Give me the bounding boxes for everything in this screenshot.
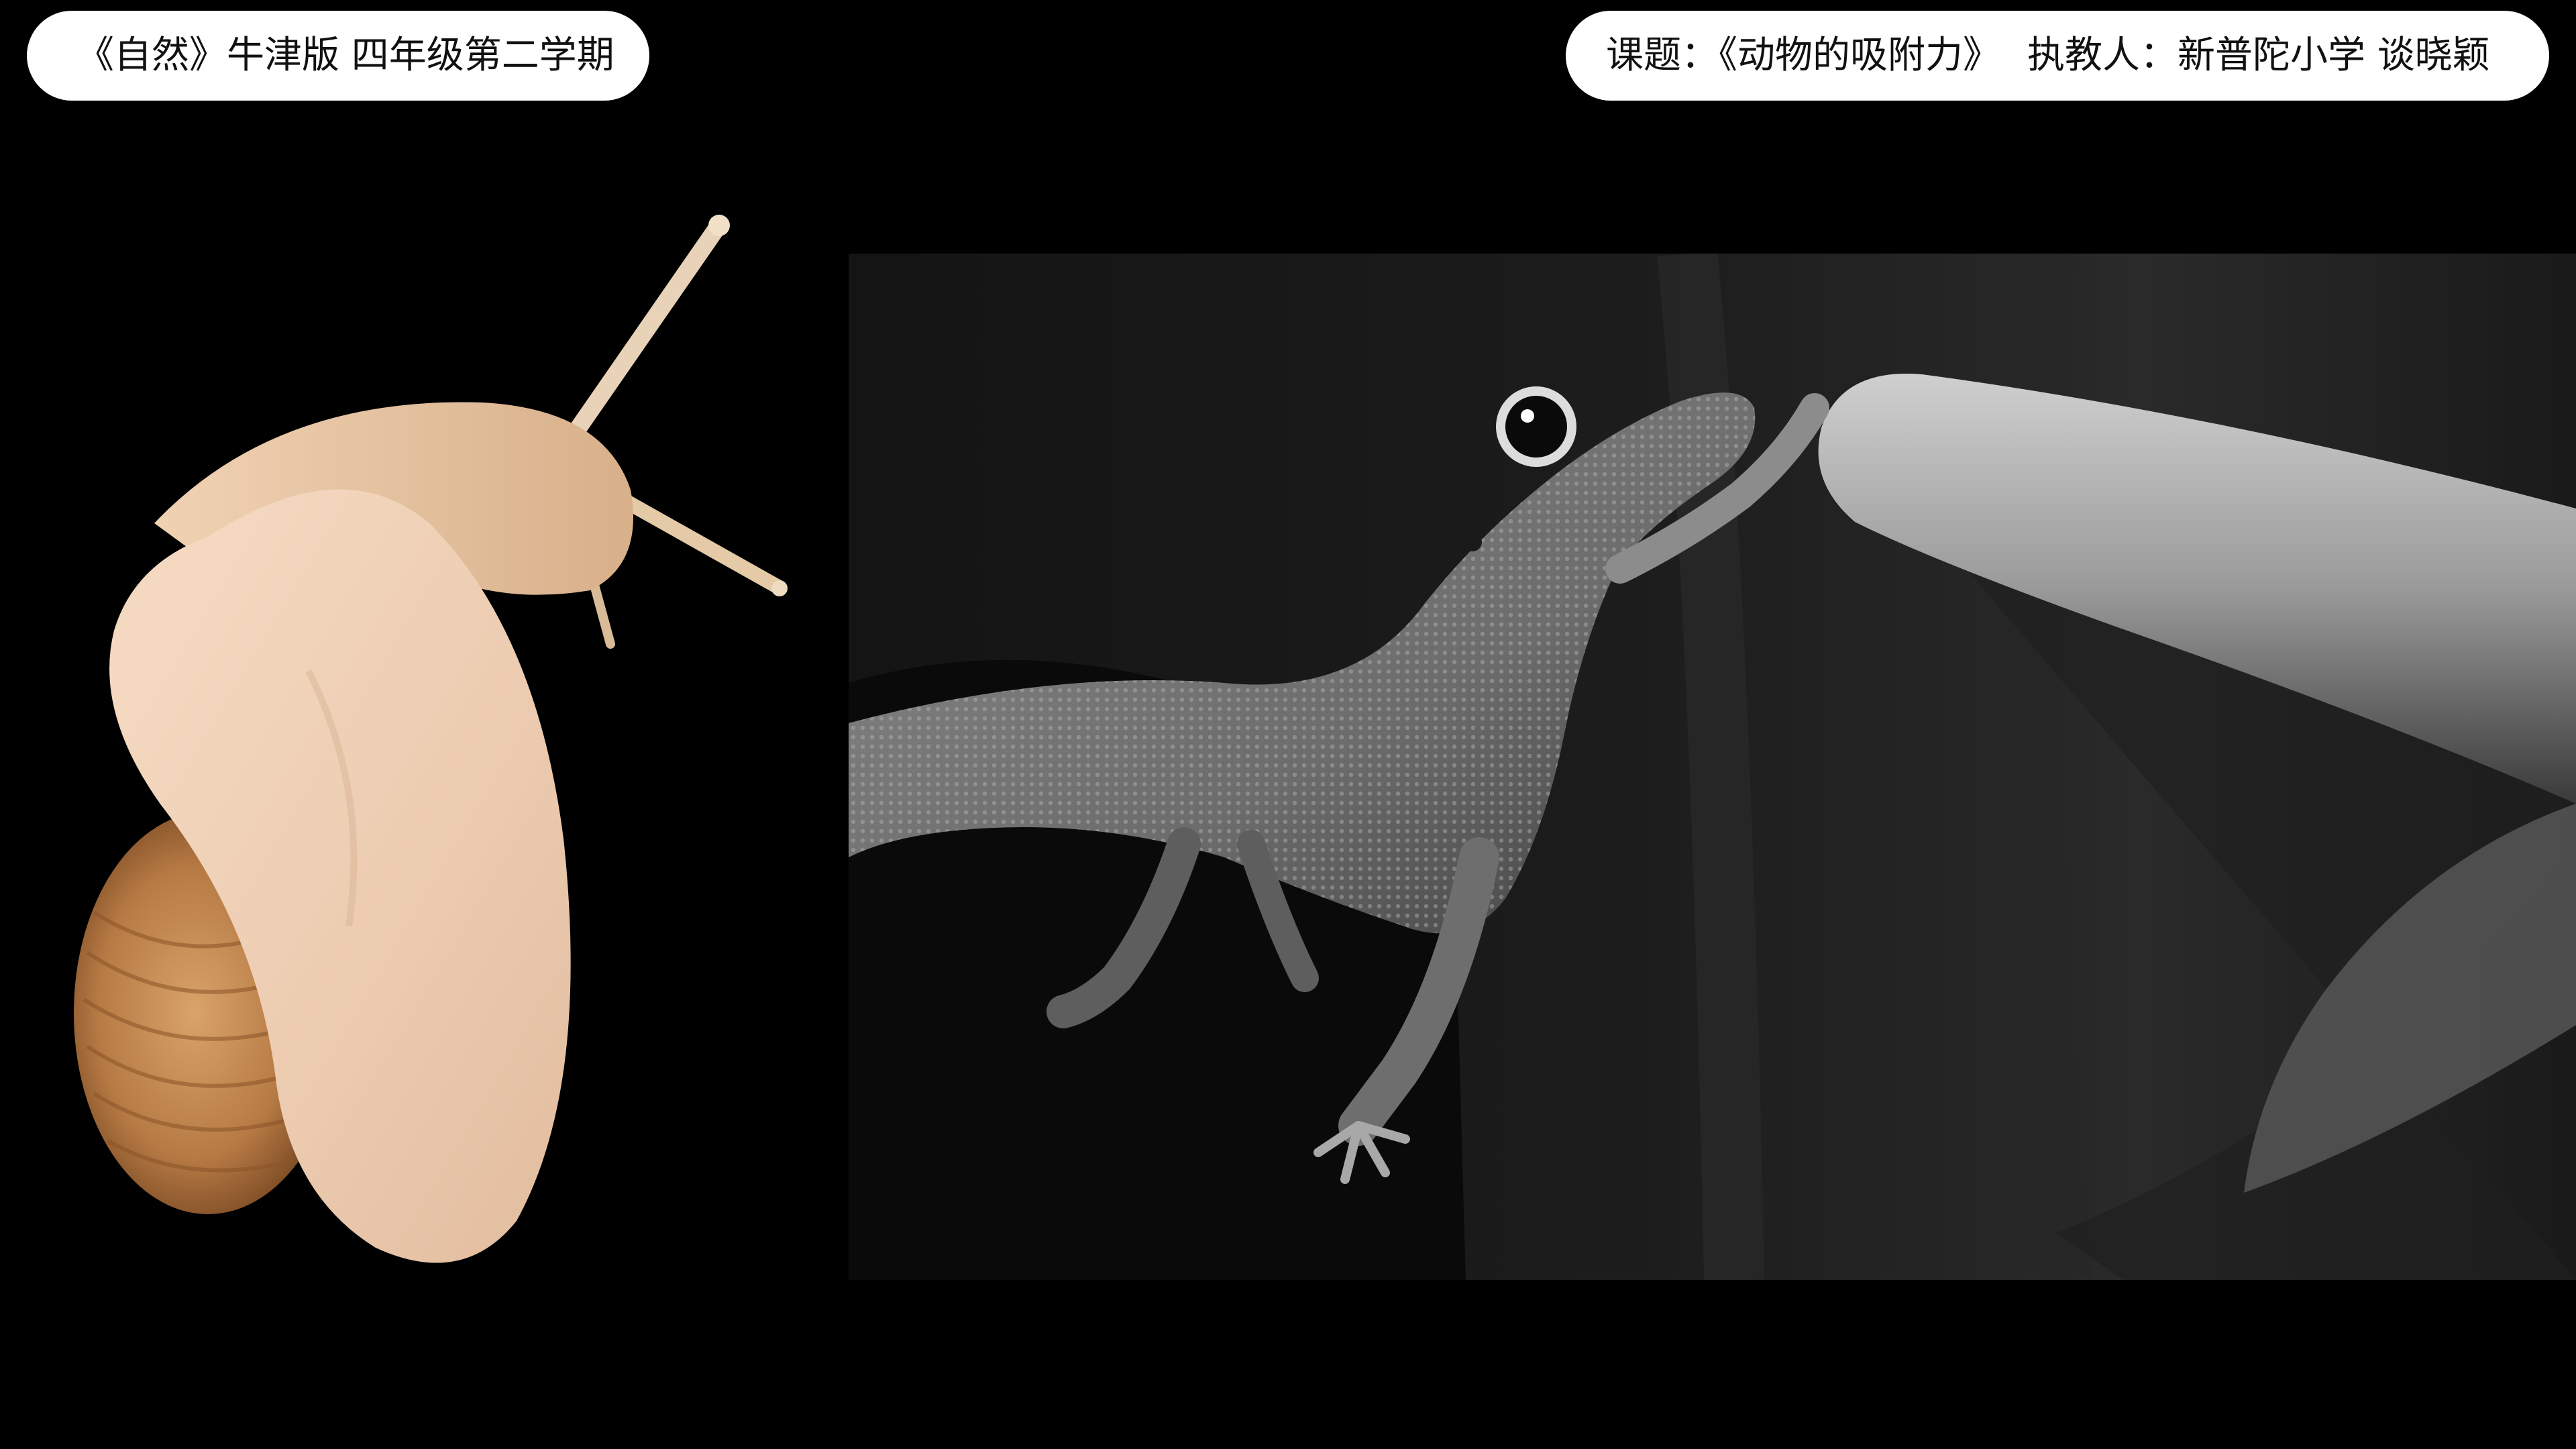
teacher-label: 执教人：新普陀小学 谈晓颖 <box>2027 34 2490 77</box>
topic-pill: 课题：《动物的吸附力》 执教人：新普陀小学 谈晓颖 <box>1566 11 2549 101</box>
slide: 《自然》牛津版 四年级第二学期 课题：《动物的吸附力》 执教人：新普陀小学 谈晓颖 <box>0 0 2576 1449</box>
topic-label: 课题：《动物的吸附力》 <box>1606 34 2000 77</box>
course-label: 《自然》牛津版 四年级第二学期 <box>76 34 614 77</box>
course-pill: 《自然》牛津版 四年级第二学期 <box>27 11 649 101</box>
gecko-on-finger-photo <box>849 254 2576 1280</box>
snail-photo <box>74 215 788 1263</box>
